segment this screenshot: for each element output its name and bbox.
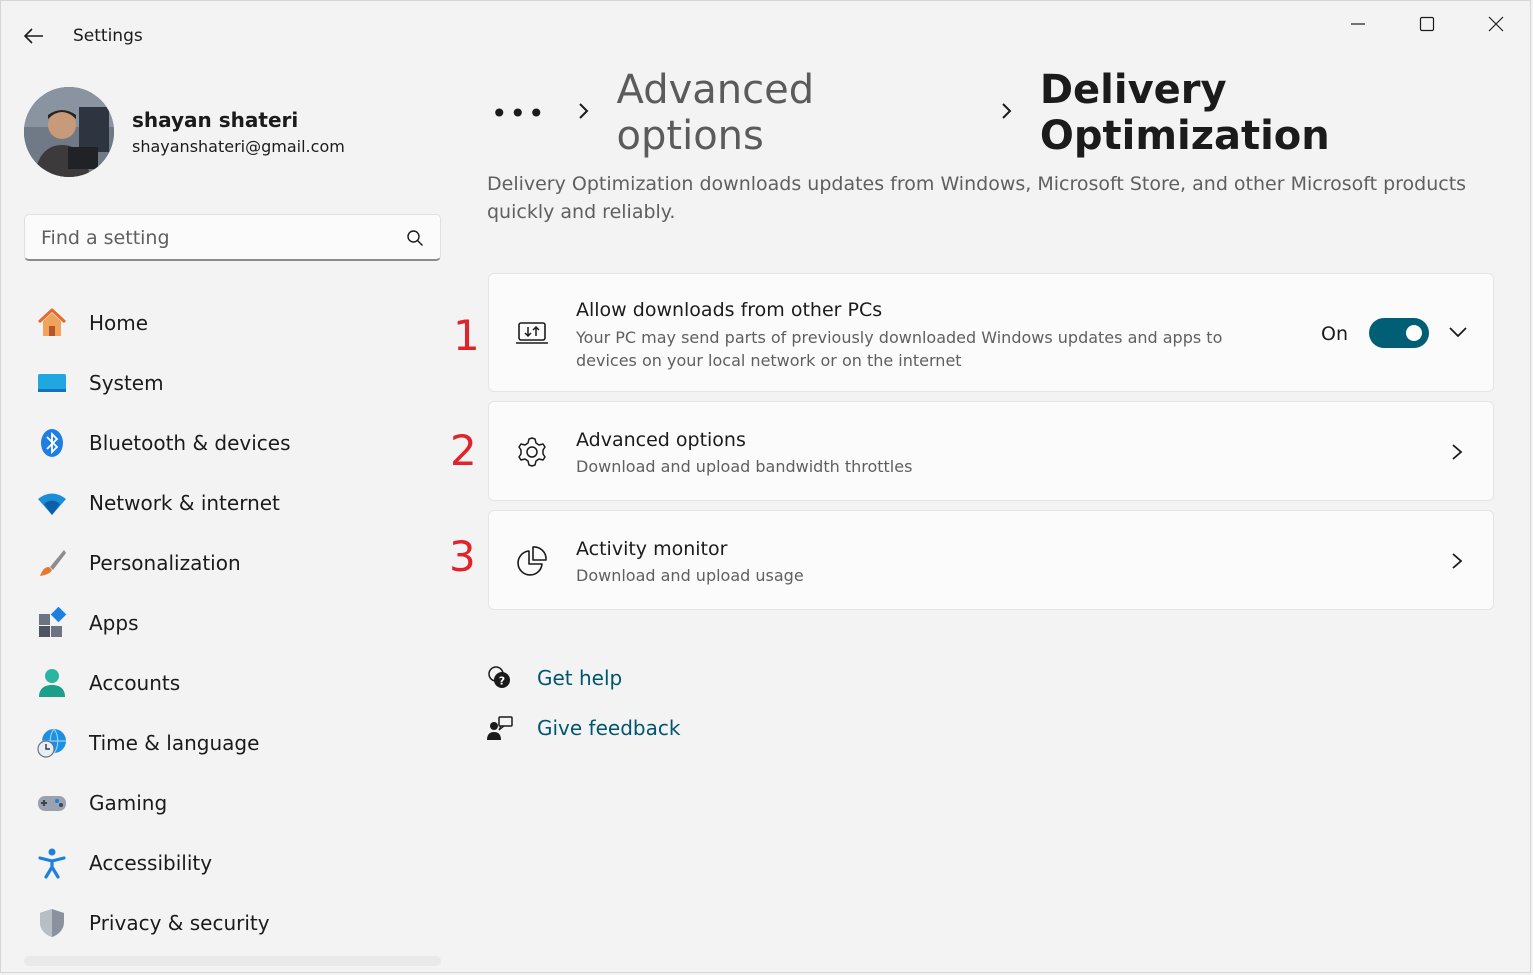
sidebar-item-label: Network & internet: [89, 491, 280, 515]
system-icon: [36, 367, 68, 399]
back-button[interactable]: [19, 21, 49, 51]
search-input[interactable]: [39, 223, 393, 253]
sidebar-item-network[interactable]: Network & internet: [24, 473, 441, 533]
breadcrumb: ••• Advanced options Delivery Optimizati…: [491, 67, 1530, 159]
bluetooth-icon: [36, 427, 68, 459]
avatar-photo: [24, 87, 114, 177]
sidebar-item-time-language[interactable]: Time & language: [24, 713, 441, 773]
home-icon: [36, 307, 68, 339]
minimize-button[interactable]: [1335, 9, 1381, 39]
card-subtitle: Download and upload bandwidth throttles: [576, 457, 913, 476]
sidebar-item-label: Privacy & security: [89, 911, 270, 935]
laptop-transfer-icon: [515, 316, 549, 350]
page-description: Delivery Optimization downloads updates …: [487, 173, 1467, 223]
card-subtitle: devices on your local network or on the …: [576, 351, 962, 370]
sidebar-item-label: System: [89, 371, 164, 395]
annotation-number: 2: [450, 426, 477, 475]
get-help-row[interactable]: ? Get help: [487, 663, 622, 693]
sidebar-item-bluetooth[interactable]: Bluetooth & devices: [24, 413, 441, 473]
card-subtitle: Your PC may send parts of previously dow…: [576, 328, 1223, 347]
pie-chart-icon: [515, 544, 549, 578]
advanced-options-card[interactable]: Advanced options Download and upload ban…: [488, 401, 1494, 501]
sidebar-item-label: Time & language: [89, 731, 260, 755]
brush-icon: [36, 547, 68, 579]
settings-window: Settings shayan shateri shayanshateri@gm…: [0, 0, 1531, 973]
sidebar-item-accounts[interactable]: Accounts: [24, 653, 441, 713]
minimize-icon: [1351, 23, 1365, 25]
sidebar-item-label: Bluetooth & devices: [89, 431, 291, 455]
wifi-icon: [36, 487, 68, 519]
sidebar-item-privacy-security[interactable]: Privacy & security: [24, 893, 441, 953]
close-button[interactable]: [1473, 9, 1519, 39]
avatar[interactable]: [24, 87, 114, 177]
svg-text:?: ?: [499, 675, 505, 688]
sidebar-item-personalization[interactable]: Personalization: [24, 533, 441, 593]
apps-icon: [36, 607, 68, 639]
sidebar-scrollbar[interactable]: [24, 956, 441, 966]
sidebar-item-gaming[interactable]: Gaming: [24, 773, 441, 833]
card-title: Activity monitor: [576, 538, 728, 560]
sidebar-item-label: Home: [89, 311, 149, 335]
close-icon: [1488, 16, 1504, 32]
title-bar: Settings: [1, 1, 1530, 71]
maximize-button[interactable]: [1404, 9, 1450, 39]
card-title: Advanced options: [576, 429, 746, 451]
allow-downloads-toggle[interactable]: [1369, 318, 1429, 348]
globe-clock-icon: [36, 727, 68, 759]
chevron-right-icon: [577, 98, 591, 128]
breadcrumb-parent-link[interactable]: Advanced options: [617, 67, 974, 159]
give-feedback-link[interactable]: Give feedback: [537, 716, 680, 740]
app-title: Settings: [73, 26, 143, 46]
sidebar-nav: Home System Bluetooth & devices Network …: [24, 293, 441, 953]
gear-icon: [515, 435, 549, 469]
sidebar-item-home[interactable]: Home: [24, 293, 441, 353]
search-box[interactable]: [24, 214, 441, 261]
feedback-icon: [487, 715, 513, 741]
sidebar-item-label: Personalization: [89, 551, 241, 575]
annotation-number: 1: [453, 311, 480, 360]
user-email: shayanshateri@gmail.com: [132, 137, 345, 156]
sidebar-item-label: Apps: [89, 611, 139, 635]
give-feedback-row[interactable]: Give feedback: [487, 713, 680, 743]
activity-monitor-card[interactable]: Activity monitor Download and upload usa…: [488, 510, 1494, 610]
card-title: Allow downloads from other PCs: [576, 299, 883, 321]
sidebar-item-system[interactable]: System: [24, 353, 441, 413]
sidebar-item-label: Gaming: [89, 791, 168, 815]
user-name: shayan shateri: [132, 108, 299, 132]
allow-downloads-card[interactable]: Allow downloads from other PCs Your PC m…: [488, 273, 1494, 392]
accounts-icon: [36, 667, 68, 699]
maximize-icon: [1419, 16, 1435, 32]
chevron-down-icon[interactable]: [1447, 324, 1469, 340]
annotation-number: 3: [449, 532, 476, 581]
toggle-knob: [1406, 325, 1422, 341]
sidebar-item-apps[interactable]: Apps: [24, 593, 441, 653]
back-arrow-icon: [24, 28, 43, 44]
search-icon[interactable]: [406, 229, 424, 247]
page-title: Delivery Optimization: [1039, 67, 1330, 159]
sidebar-item-label: Accessibility: [89, 851, 213, 875]
sidebar-item-accessibility[interactable]: Accessibility: [24, 833, 441, 893]
accessibility-icon: [36, 847, 68, 879]
chevron-right-icon: [1000, 98, 1014, 128]
get-help-link[interactable]: Get help: [537, 666, 622, 690]
chevron-right-icon: [1452, 553, 1463, 569]
chevron-right-icon: [1452, 444, 1463, 460]
breadcrumb-more-button[interactable]: •••: [491, 97, 547, 130]
toggle-state-label: On: [1321, 323, 1348, 345]
help-chat-icon: ?: [487, 665, 513, 691]
sidebar-item-label: Accounts: [89, 671, 181, 695]
card-subtitle: Download and upload usage: [576, 566, 804, 585]
shield-icon: [36, 907, 68, 939]
gamepad-icon: [36, 787, 68, 819]
